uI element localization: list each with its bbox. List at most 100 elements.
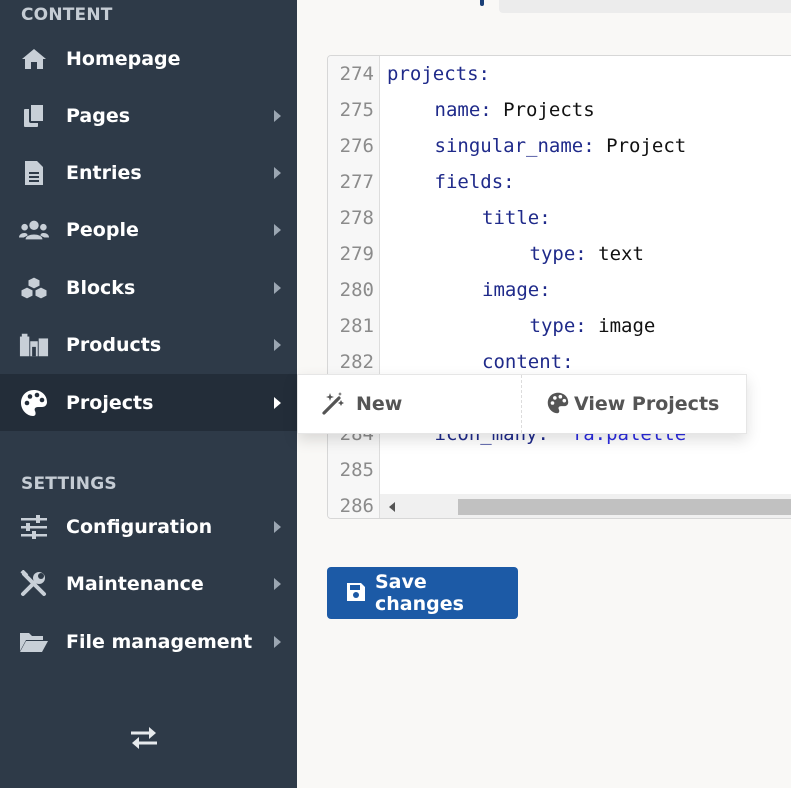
yaml-key: projects [387,63,479,85]
chevron-right-icon [274,281,281,294]
code-text: image: [482,279,551,301]
yaml-value: Projects [503,99,595,121]
yaml-key: type [529,315,576,337]
yaml-value: text [598,243,644,265]
sidebar-item-pages[interactable]: Pages [0,87,297,144]
new-project-link[interactable]: New [298,375,522,433]
code-text: name: Projects [434,99,595,121]
users-icon [19,216,49,244]
yaml-value: Project [606,135,687,157]
sidebar-toggle-button[interactable] [126,725,162,755]
yaml-key: type [529,243,576,265]
tools-icon [19,569,49,598]
code-line: 276 singular_name: Project [328,128,791,164]
scrollbar-thumb[interactable] [458,499,791,515]
line-number: 278 [339,207,374,229]
line-number: 276 [339,135,374,157]
code-text: singular_name: Project [434,135,687,157]
content-section-heading: CONTENT [21,5,113,25]
chevron-right-icon [274,223,281,236]
sidebar-item-label: Pages [66,104,131,127]
code-text: projects: [387,63,490,85]
view-projects-label: View Projects [574,393,720,415]
sidebar-item-configuration[interactable]: Configuration [0,498,297,555]
yaml-key: title [482,207,540,229]
chevron-right-icon [274,166,281,179]
line-number: 277 [339,171,374,193]
sidebar-item-label: Projects [66,391,154,414]
sidebar-item-file-management[interactable]: File management [0,613,297,670]
scroll-left-icon[interactable] [389,502,395,512]
magic-icon [321,392,345,416]
cubes-icon [19,274,49,302]
save-icon [346,582,366,606]
settings-section-heading: SETTINGS [21,474,117,494]
view-projects-link[interactable]: View Projects [522,375,746,433]
new-label: New [356,393,403,415]
code-editor[interactable]: 274 projects: 275 name: Projects 276 singular… [327,55,791,519]
save-changes-button[interactable]: Save changes [327,567,518,619]
code-text: type: image [529,315,656,337]
sidebar-item-label: Products [66,333,162,356]
chevron-right-icon [274,520,281,533]
sidebar-item-entries[interactable]: Entries [0,144,297,201]
code-line: 274 projects: [328,56,791,92]
line-number: 281 [339,315,374,337]
chevron-right-icon [274,338,281,351]
yaml-key: name [434,99,481,121]
line-number: 279 [339,243,374,265]
line-number: 275 [339,99,374,121]
title-field-remnant[interactable] [499,0,791,13]
sliders-icon [19,513,49,541]
code-line: 277 fields: [328,164,791,200]
exchange-icon [129,725,159,755]
sidebar-item-label: Homepage [66,47,181,70]
warehouse-icon [19,331,49,359]
sidebar-item-blocks[interactable]: Blocks [0,259,297,316]
code-line: 278 title: [328,200,791,236]
sidebar-item-label: Maintenance [66,572,204,595]
sidebar-item-label: Configuration [66,515,213,538]
code-line: 279 type: text [328,236,791,272]
sidebar-item-homepage[interactable]: Homepage [0,30,297,87]
copy-icon [19,102,49,130]
sidebar-item-label: File management [66,630,253,653]
palette-icon [19,389,49,417]
code-line: 285 [328,452,791,488]
chevron-right-icon [274,109,281,122]
home-icon [19,45,49,73]
sidebar-item-projects[interactable]: Projects [0,374,297,431]
yaml-key: singular_name [434,135,584,157]
file-icon [19,159,49,187]
horizontal-scrollbar[interactable] [380,494,791,518]
folder-open-icon [19,628,49,656]
chevron-right-icon [274,635,281,648]
projects-submenu: New View Projects [297,374,747,434]
sidebar-item-label: Entries [66,161,142,184]
sidebar-item-label: People [66,218,139,241]
chevron-right-icon [274,396,281,409]
sidebar-item-maintenance[interactable]: Maintenance [0,555,297,612]
line-number: 286 [339,495,374,517]
chevron-right-icon [274,577,281,590]
code-text: title: [482,207,551,229]
yaml-key: fields [434,171,504,193]
sidebar-item-label: Blocks [66,276,136,299]
code-text: fields: [434,171,515,193]
yaml-key: image [482,279,540,301]
save-changes-label: Save changes [375,571,464,615]
title-separator [480,0,484,6]
code-line: 275 name: Projects [328,92,791,128]
yaml-key: content [482,351,563,373]
line-number: 285 [339,459,374,481]
code-text: type: text [529,243,644,265]
code-line: 280 image: [328,272,791,308]
line-number: 274 [339,63,374,85]
palette-icon [547,392,571,416]
line-number: 280 [339,279,374,301]
sidebar-item-products[interactable]: Products [0,316,297,373]
sidebar-item-people[interactable]: People [0,201,297,258]
sidebar: CONTENT Homepage Pages Entries People Bl… [0,0,297,788]
yaml-value: image [598,315,656,337]
code-line: 281 type: image [328,308,791,344]
